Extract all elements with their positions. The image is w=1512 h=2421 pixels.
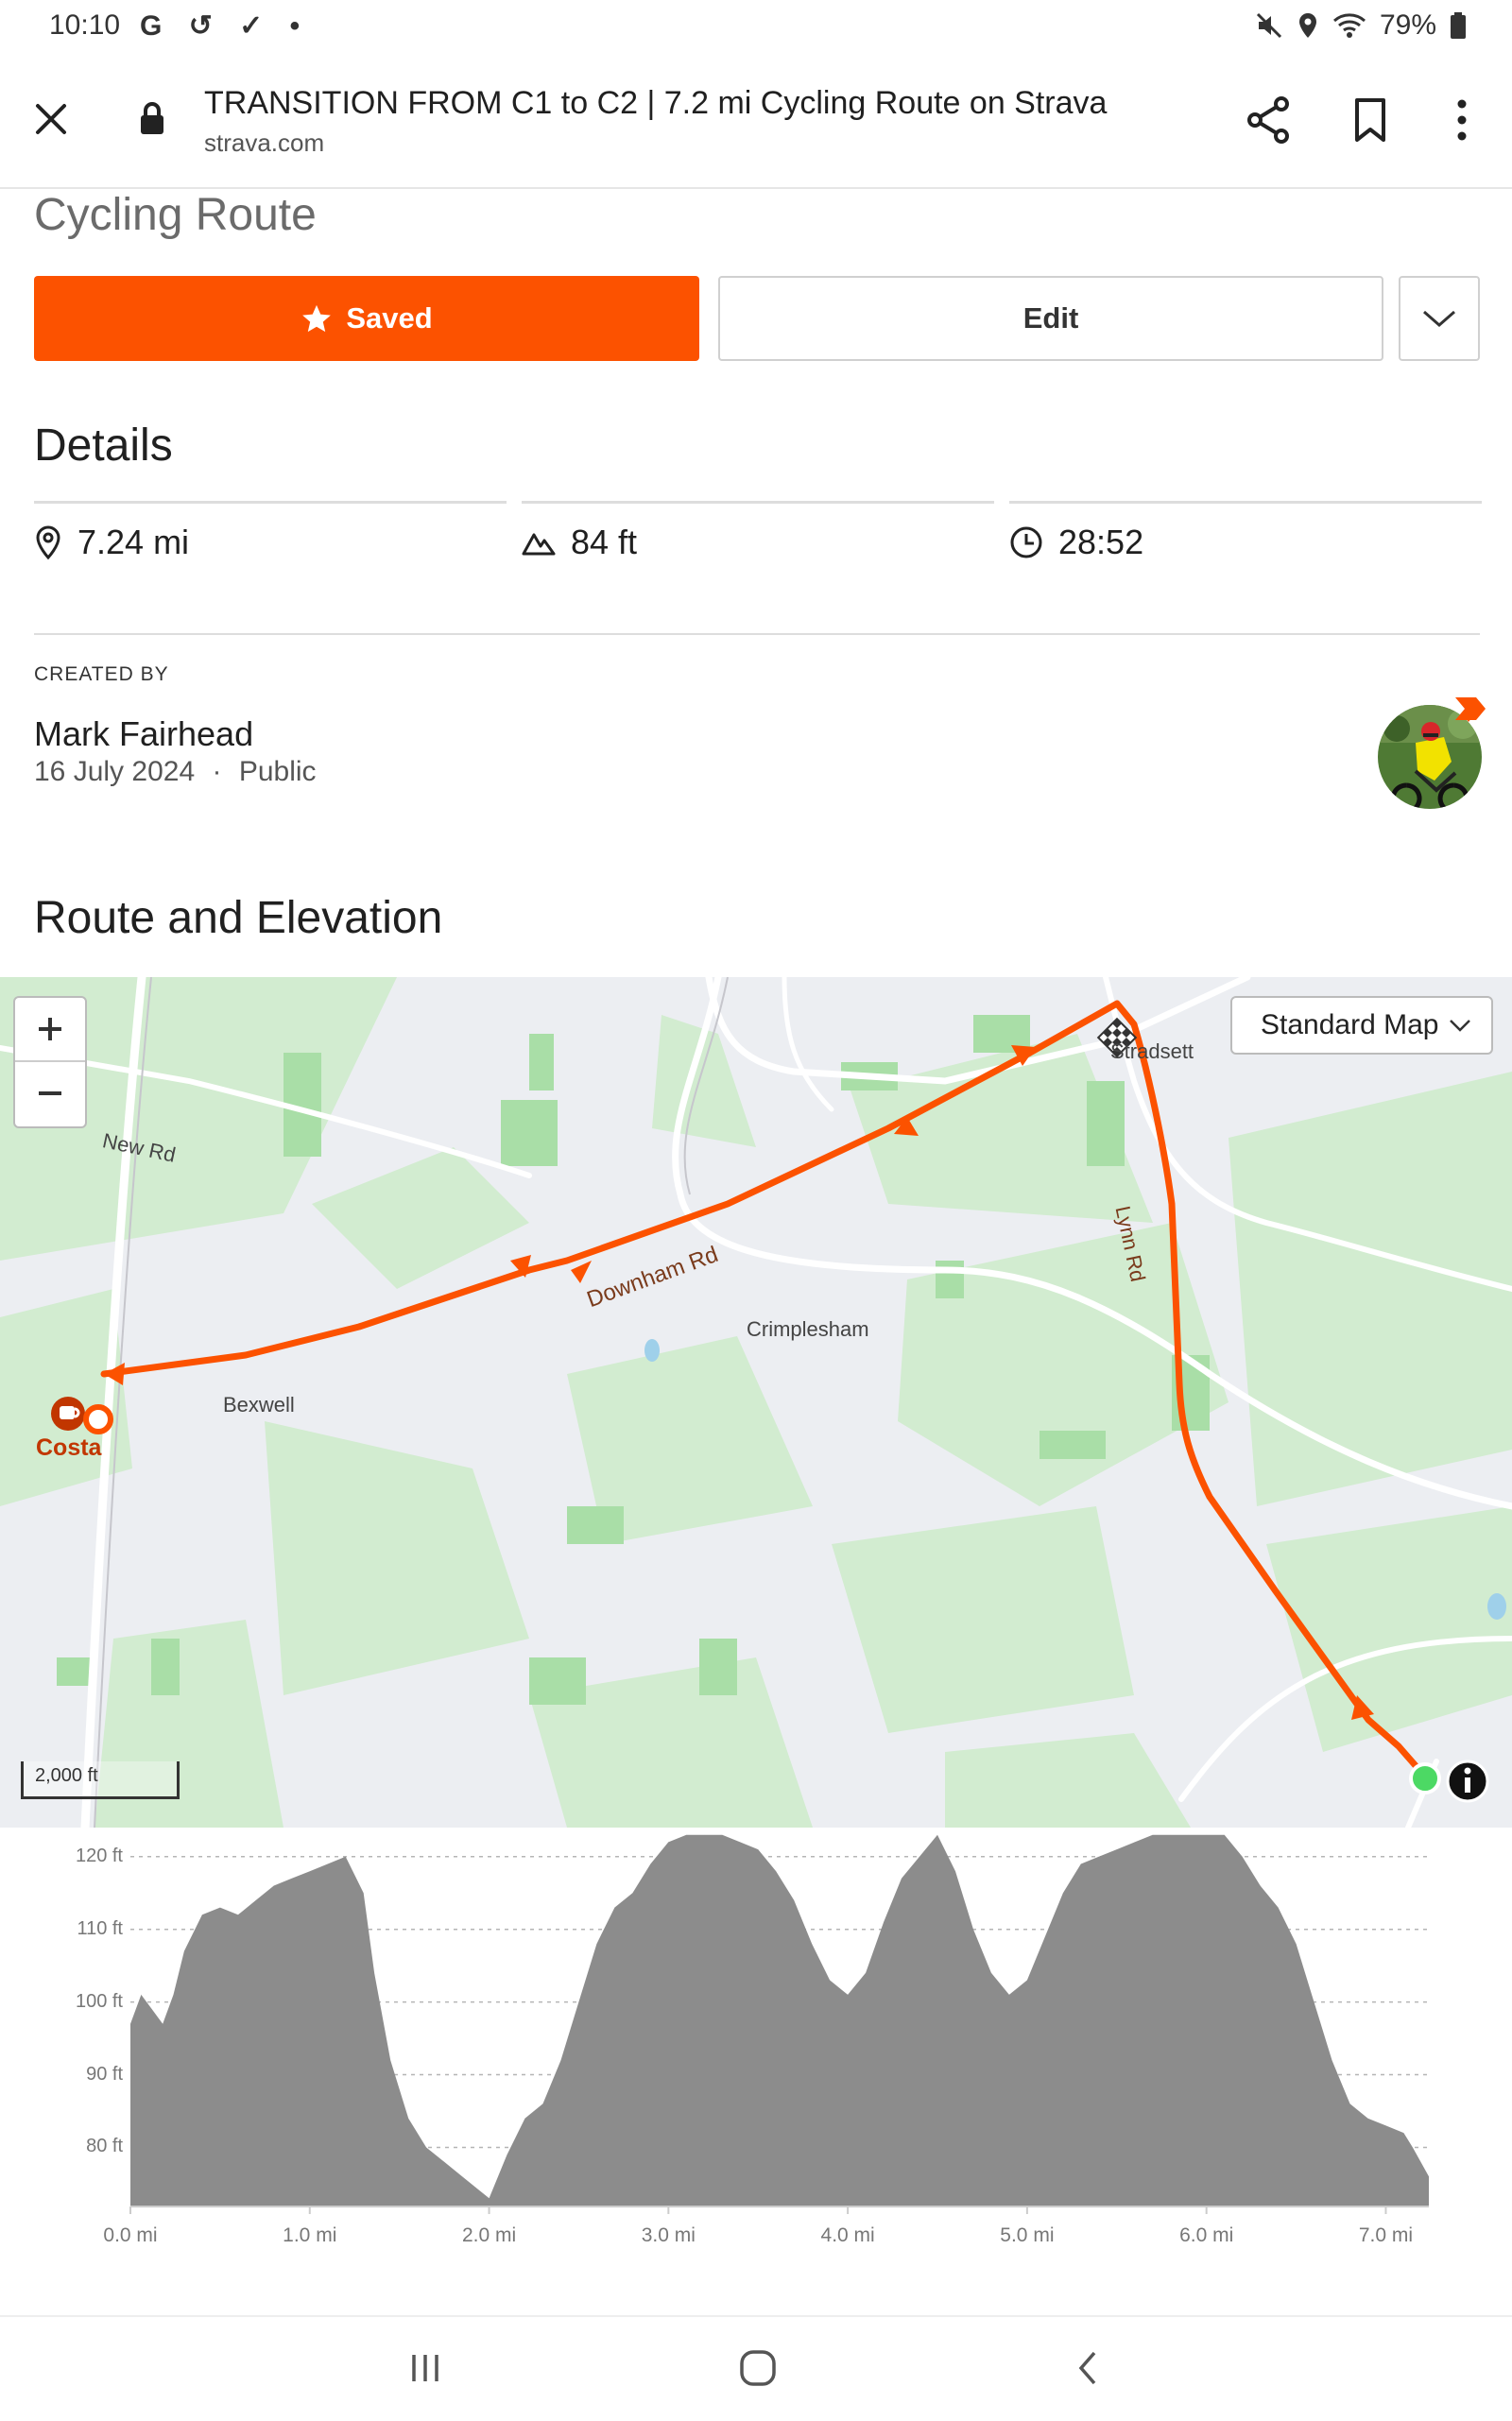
time-value: 28:52 bbox=[1058, 523, 1143, 562]
notification-icons: G ↺ ✓ • bbox=[140, 9, 309, 43]
map-label-stradsett: Stradsett bbox=[1110, 1039, 1194, 1064]
battery-icon bbox=[1450, 11, 1467, 40]
battery-percent: 79% bbox=[1380, 9, 1436, 42]
elevation-x-tick-label: 6.0 mi bbox=[1150, 2224, 1263, 2247]
elevation-y-tick-label: 90 ft bbox=[38, 2064, 123, 2086]
creator-name[interactable]: Mark Fairhead bbox=[34, 714, 253, 754]
map-label-crimplesham: Crimplesham bbox=[747, 1317, 869, 1342]
zoom-control bbox=[13, 996, 87, 1128]
elevation-y-tick-label: 100 ft bbox=[38, 1991, 123, 2013]
saved-button-label: Saved bbox=[346, 301, 432, 335]
elevation-chart[interactable]: 120 ft 110 ft 100 ft 90 ft 80 ft 0.0 mi 1.0 m… bbox=[0, 1828, 1512, 2253]
elevation-x-tick-label: 5.0 mi bbox=[971, 2224, 1084, 2247]
system-icons: 79% bbox=[1255, 9, 1467, 42]
close-icon[interactable] bbox=[30, 98, 72, 140]
stat-distance: 7.24 mi bbox=[34, 501, 507, 598]
elevation-value: 84 ft bbox=[571, 523, 637, 562]
route-type-subtitle: Cycling Route bbox=[34, 189, 317, 241]
mountain-icon bbox=[522, 528, 556, 557]
page-title[interactable]: TRANSITION FROM C1 to C2 | 7.2 mi Cyclin… bbox=[204, 85, 1107, 122]
route-elevation-heading: Route and Elevation bbox=[34, 892, 442, 944]
elevation-y-tick-label: 80 ft bbox=[38, 2136, 123, 2157]
map-style-select[interactable]: Standard Map bbox=[1230, 996, 1493, 1055]
map-scale-label: 2,000 ft bbox=[35, 1765, 98, 1786]
route-map[interactable]: New Rd Downham Rd Bexwell Crimplesham St… bbox=[0, 977, 1512, 1828]
minus-icon bbox=[36, 1079, 64, 1107]
stat-elevation: 84 ft bbox=[522, 501, 994, 598]
created-by-label: CREATED BY bbox=[34, 663, 169, 686]
plus-icon bbox=[36, 1015, 64, 1043]
map-scale-bar: 2,000 ft bbox=[21, 1761, 180, 1799]
location-icon bbox=[1297, 11, 1319, 40]
map-pin-icon bbox=[34, 524, 62, 560]
visibility-label: Public bbox=[239, 756, 317, 787]
more-options-icon[interactable] bbox=[1448, 96, 1476, 144]
bookmark-icon[interactable] bbox=[1351, 96, 1389, 144]
recent-apps-icon[interactable] bbox=[406, 2349, 444, 2387]
mute-icon bbox=[1255, 11, 1283, 40]
edit-button[interactable]: Edit bbox=[718, 276, 1383, 361]
clock-icon bbox=[1009, 525, 1043, 559]
creator-meta: 16 July 2024 · Public bbox=[34, 756, 317, 788]
zoom-in-button[interactable] bbox=[15, 998, 85, 1062]
elevation-x-tick-label: 4.0 mi bbox=[791, 2224, 904, 2247]
map-label-bexwell: Bexwell bbox=[223, 1393, 295, 1417]
elevation-x-tick-label: 7.0 mi bbox=[1329, 2224, 1442, 2247]
wifi-icon bbox=[1332, 11, 1366, 40]
system-navigation-bar bbox=[0, 2315, 1512, 2421]
meta-separator: · bbox=[212, 756, 221, 787]
share-icon[interactable] bbox=[1246, 94, 1293, 146]
chevron-down-icon bbox=[1448, 1013, 1472, 1038]
start-marker[interactable] bbox=[1411, 1764, 1439, 1793]
page-url[interactable]: strava.com bbox=[204, 129, 324, 158]
subscriber-badge-icon bbox=[1450, 695, 1487, 733]
divider bbox=[34, 633, 1480, 635]
saved-button[interactable]: Saved bbox=[34, 276, 699, 361]
elevation-y-tick-label: 110 ft bbox=[38, 1918, 123, 1940]
status-bar: 10:10 G ↺ ✓ • 79% bbox=[0, 0, 1512, 53]
map-style-label: Standard Map bbox=[1261, 1009, 1438, 1041]
edit-button-label: Edit bbox=[1023, 301, 1079, 335]
elevation-x-tick-label: 2.0 mi bbox=[433, 2224, 546, 2247]
map-water bbox=[1487, 1593, 1506, 1620]
lock-icon[interactable] bbox=[138, 100, 166, 138]
created-date: 16 July 2024 bbox=[34, 756, 195, 787]
star-icon bbox=[301, 302, 333, 335]
browser-toolbar: TRANSITION FROM C1 to C2 | 7.2 mi Cyclin… bbox=[0, 53, 1512, 189]
stat-time: 28:52 bbox=[1009, 501, 1482, 598]
elevation-area[interactable] bbox=[130, 1835, 1429, 2206]
map-label-costa[interactable]: Costa bbox=[36, 1434, 101, 1462]
chevron-down-icon bbox=[1420, 307, 1458, 330]
elevation-plot[interactable] bbox=[0, 1828, 1512, 2253]
elevation-x-tick-label: 0.0 mi bbox=[74, 2224, 187, 2247]
elevation-x-tick-label: 3.0 mi bbox=[611, 2224, 725, 2247]
back-icon[interactable] bbox=[1074, 2349, 1102, 2387]
elevation-x-tick-label: 1.0 mi bbox=[253, 2224, 367, 2247]
map-water bbox=[644, 1339, 660, 1362]
more-actions-dropdown[interactable] bbox=[1399, 276, 1480, 361]
zoom-out-button[interactable] bbox=[15, 1062, 85, 1125]
details-heading: Details bbox=[34, 420, 173, 472]
home-icon[interactable] bbox=[737, 2347, 779, 2389]
info-icon[interactable] bbox=[1446, 1760, 1489, 1803]
distance-value: 7.24 mi bbox=[77, 523, 189, 562]
clock: 10:10 bbox=[49, 9, 120, 42]
elevation-y-tick-label: 120 ft bbox=[38, 1846, 123, 1867]
